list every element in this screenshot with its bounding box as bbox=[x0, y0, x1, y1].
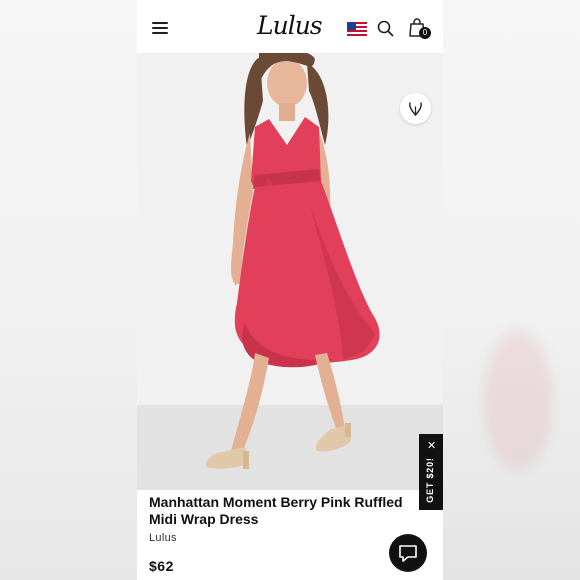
heart-outline-icon bbox=[409, 102, 422, 117]
left-backdrop bbox=[0, 0, 137, 580]
us-flag-icon[interactable] bbox=[347, 22, 367, 36]
chat-bubble-icon bbox=[399, 545, 417, 562]
right-backdrop bbox=[443, 0, 580, 580]
site-logo[interactable]: Lulus bbox=[257, 12, 323, 40]
wishlist-heart-button[interactable] bbox=[400, 93, 431, 124]
bag-count-badge: 0 bbox=[419, 27, 431, 39]
promo-close-icon[interactable]: ✕ bbox=[427, 441, 436, 452]
product-image[interactable] bbox=[137, 53, 443, 490]
chat-button[interactable] bbox=[389, 534, 427, 572]
product-brand[interactable]: Lulus bbox=[149, 532, 177, 544]
promo-label: GET $20! bbox=[425, 457, 435, 503]
product-title: Manhattan Moment Berry Pink Ruffled Midi… bbox=[149, 494, 403, 527]
model-in-dress-illustration bbox=[205, 53, 380, 469]
mobile-page: Lulus 0 ✕ GET $20! Manhattan Moment Berr… bbox=[137, 0, 443, 580]
site-header: Lulus 0 bbox=[137, 0, 443, 53]
search-icon[interactable] bbox=[377, 20, 394, 37]
promo-tab[interactable]: ✕ GET $20! bbox=[419, 434, 443, 510]
hamburger-menu-icon[interactable] bbox=[152, 22, 168, 34]
product-price: $62 bbox=[149, 558, 174, 574]
